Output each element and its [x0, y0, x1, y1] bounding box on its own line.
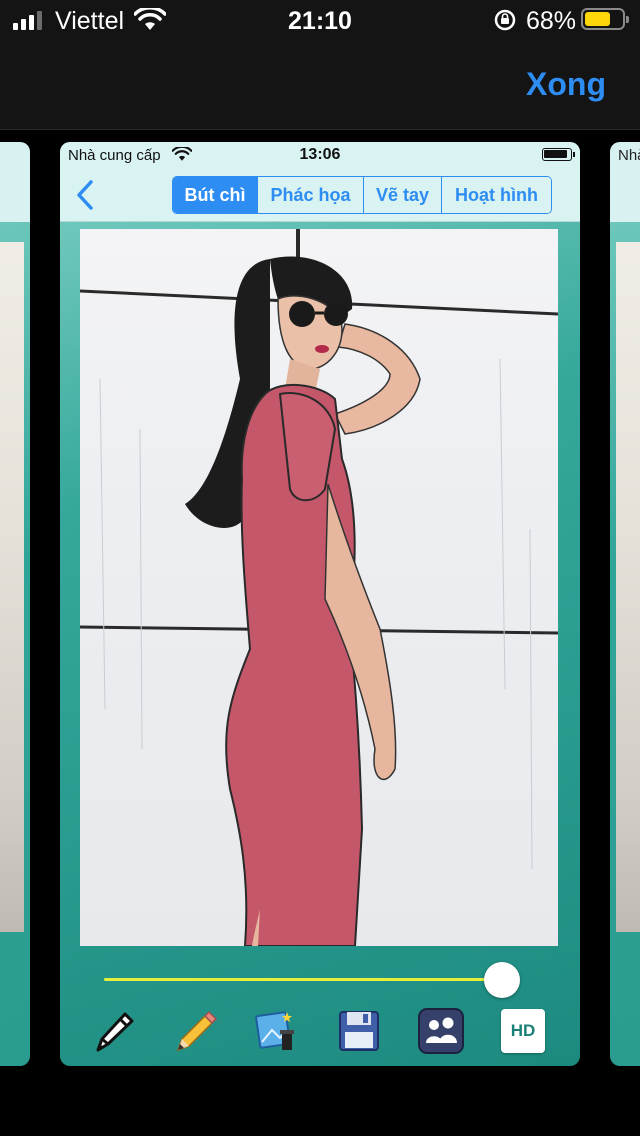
- hd-icon[interactable]: HD: [498, 1006, 548, 1056]
- next-card-carrier: Nhà: [618, 147, 640, 164]
- tab-hoat-hinh[interactable]: Hoạt hình: [441, 177, 551, 213]
- pencil-color-icon[interactable]: [170, 1006, 220, 1056]
- style-segmented-control: Bút chì Phác họa Vẽ tay Hoạt hình: [172, 176, 552, 214]
- next-sketch-image: [616, 242, 640, 932]
- sketch-preview-image: [80, 229, 558, 946]
- slider-thumb[interactable]: [484, 962, 521, 998]
- pencil-outline-icon[interactable]: [88, 1006, 138, 1056]
- tab-but-chi[interactable]: Bút chì: [173, 177, 257, 213]
- previous-sketch-image: [0, 242, 24, 932]
- preview-card: Nhà cung cấp 13:06 Bút chì Phác họa Vẽ t…: [60, 142, 580, 1066]
- back-chevron-icon[interactable]: [72, 178, 98, 212]
- status-bar: Viettel 21:10 68%: [0, 0, 640, 40]
- magic-photo-icon[interactable]: [252, 1006, 302, 1056]
- tab-phac-hoa[interactable]: Phác họa: [257, 177, 363, 213]
- battery-percent: 68%: [526, 7, 577, 35]
- bottom-toolbar: HD: [60, 1004, 580, 1060]
- rotation-lock-icon: [494, 9, 516, 31]
- save-floppy-icon[interactable]: [334, 1006, 384, 1056]
- tab-ve-tay[interactable]: Vẽ tay: [363, 177, 441, 213]
- slider-track: [104, 978, 503, 981]
- hd-label: HD: [501, 1009, 545, 1053]
- intensity-slider[interactable]: [104, 960, 536, 1000]
- preview-battery-icon: [542, 148, 575, 161]
- share-people-icon[interactable]: [416, 1006, 466, 1056]
- next-preview-card[interactable]: Nhà: [610, 142, 640, 1066]
- preview-clock: 13:06: [299, 146, 341, 163]
- preview-header: Nhà cung cấp 13:06 Bút chì Phác họa Vẽ t…: [60, 142, 580, 222]
- done-button[interactable]: Xong: [526, 66, 606, 103]
- previous-preview-card[interactable]: [0, 142, 30, 1066]
- battery-icon: [581, 8, 629, 30]
- bottom-area: [0, 1066, 640, 1136]
- nav-bar: Xong: [0, 40, 640, 130]
